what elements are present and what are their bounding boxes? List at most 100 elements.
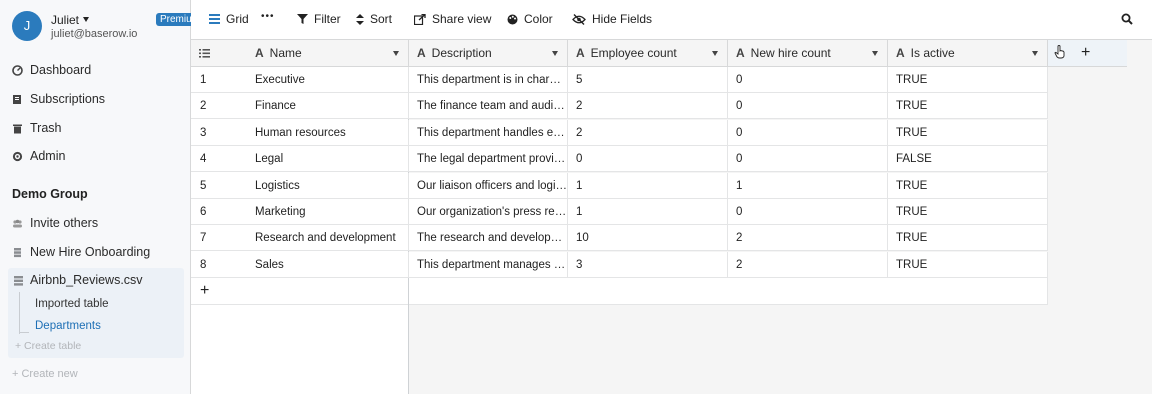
name-cell[interactable]: Legal: [247, 146, 409, 173]
color-button[interactable]: Color: [507, 12, 553, 26]
user-menu[interactable]: J Juliet juliet@baserow.io Premium: [12, 11, 205, 43]
row-id-cell[interactable]: 7: [191, 225, 247, 252]
is-active-cell[interactable]: TRUE: [888, 67, 1048, 93]
sidebar: J Juliet juliet@baserow.io Premium Dashb…: [0, 0, 205, 394]
dashboard-icon: [12, 64, 23, 76]
new-hire-count-cell[interactable]: 2: [728, 251, 888, 278]
description-cell[interactable]: This department handles ev…: [409, 119, 568, 146]
text-field-icon: A: [576, 46, 585, 60]
description-cell[interactable]: The research and developm…: [409, 225, 568, 252]
sidebar-item-admin[interactable]: Admin: [12, 146, 65, 166]
chevron-down-icon: [83, 17, 90, 22]
search-icon: [1121, 13, 1133, 25]
row-id-cell[interactable]: 4: [191, 146, 247, 173]
create-new-button[interactable]: + Create new: [12, 368, 78, 380]
name-cell[interactable]: Research and development: [247, 225, 409, 252]
database-item-airbnb-reviews[interactable]: Airbnb_Reviews.csv: [14, 273, 143, 287]
employee-count-cell[interactable]: 2: [568, 119, 728, 146]
sidebar-item-new-hire-onboarding[interactable]: New Hire Onboarding: [12, 242, 150, 262]
sidebar-item-dashboard[interactable]: Dashboard: [12, 60, 91, 80]
employee-count-cell[interactable]: 10: [568, 225, 728, 252]
row-id-cell[interactable]: 6: [191, 199, 247, 225]
sidebar-item-trash[interactable]: Trash: [12, 118, 62, 138]
name-cell[interactable]: Finance: [247, 93, 409, 120]
search-button[interactable]: [1121, 13, 1139, 25]
row-id-cell[interactable]: 8: [191, 251, 247, 278]
new-hire-count-cell[interactable]: 0: [728, 119, 888, 146]
more-options-button[interactable]: •••: [261, 11, 275, 22]
chevron-down-icon[interactable]: [1032, 51, 1038, 56]
row-id-cell[interactable]: 2: [191, 93, 247, 120]
name-cell[interactable]: Executive: [247, 67, 409, 93]
sort-button[interactable]: Sort: [356, 12, 392, 26]
list-icon: [199, 48, 210, 58]
employee-count-cell[interactable]: 1: [568, 199, 728, 225]
description-cell[interactable]: The legal department provi…: [409, 146, 568, 173]
employee-count-cell[interactable]: 2: [568, 93, 728, 120]
name-cell[interactable]: Human resources: [247, 119, 409, 146]
row-id-cell[interactable]: 1: [191, 67, 247, 93]
is-active-cell[interactable]: TRUE: [888, 119, 1048, 146]
is-active-cell[interactable]: TRUE: [888, 251, 1048, 278]
table-item-imported-table[interactable]: Imported table: [35, 298, 109, 310]
chevron-down-icon[interactable]: [872, 51, 878, 56]
description-cell[interactable]: The finance team and audit…: [409, 93, 568, 120]
is-active-cell[interactable]: TRUE: [888, 199, 1048, 225]
employee-count-cell[interactable]: 3: [568, 251, 728, 278]
add-row-button[interactable]: +: [191, 278, 408, 305]
subscriptions-icon: [12, 94, 23, 105]
sidebar-item-subscriptions[interactable]: Subscriptions: [12, 89, 105, 109]
add-column-button[interactable]: +: [1048, 40, 1127, 67]
user-name[interactable]: Juliet: [51, 13, 90, 27]
hide-fields-button[interactable]: Hide Fields: [572, 12, 652, 26]
text-field-icon: A: [417, 46, 426, 60]
new-hire-count-cell[interactable]: 0: [728, 199, 888, 225]
column-header-employee-count[interactable]: A Employee count: [568, 40, 728, 67]
is-active-cell[interactable]: TRUE: [888, 93, 1048, 120]
database-icon: [12, 247, 23, 258]
name-cell[interactable]: Sales: [247, 251, 409, 278]
employee-count-cell[interactable]: 1: [568, 172, 728, 199]
palette-icon: [507, 14, 518, 24]
avatar[interactable]: J: [12, 11, 42, 41]
group-title[interactable]: Demo Group: [12, 187, 88, 201]
chevron-down-icon[interactable]: [393, 51, 399, 56]
row-count-header[interactable]: [191, 40, 255, 67]
is-active-cell[interactable]: FALSE: [888, 146, 1048, 173]
is-active-cell[interactable]: TRUE: [888, 172, 1048, 199]
user-email: juliet@baserow.io: [51, 28, 138, 40]
description-cell[interactable]: Our liaison officers and logi…: [409, 172, 568, 199]
sort-icon: [356, 13, 364, 25]
share-icon: [414, 13, 426, 25]
column-header-is-active[interactable]: A Is active: [888, 40, 1048, 67]
new-hire-count-cell[interactable]: 0: [728, 93, 888, 120]
share-view-button[interactable]: Share view: [414, 12, 491, 26]
table-item-departments[interactable]: Departments: [35, 320, 101, 332]
new-hire-count-cell[interactable]: 0: [728, 146, 888, 173]
new-hire-count-cell[interactable]: 0: [728, 67, 888, 93]
text-field-icon: A: [736, 46, 745, 60]
name-cell[interactable]: Logistics: [247, 172, 409, 199]
create-table-button[interactable]: + Create table: [15, 340, 81, 352]
employee-count-cell[interactable]: 0: [568, 146, 728, 173]
chevron-down-icon[interactable]: [712, 51, 718, 56]
column-header-description[interactable]: A Description: [409, 40, 568, 67]
sidebar-item-invite-others[interactable]: Invite others: [12, 213, 98, 233]
column-header-new-hire-count[interactable]: A New hire count: [728, 40, 888, 67]
chevron-down-icon[interactable]: [552, 51, 558, 56]
new-hire-count-cell[interactable]: 1: [728, 172, 888, 199]
description-cell[interactable]: This department manages s…: [409, 251, 568, 278]
tree-hook: [19, 332, 29, 333]
view-selector-button[interactable]: Grid: [209, 12, 249, 26]
description-cell[interactable]: This department is in charg…: [409, 67, 568, 93]
employee-count-cell[interactable]: 5: [568, 67, 728, 93]
row-id-cell[interactable]: 5: [191, 172, 247, 199]
name-cell[interactable]: Marketing: [247, 199, 409, 225]
filter-button[interactable]: Filter: [297, 12, 341, 26]
description-cell[interactable]: Our organization's press rel…: [409, 199, 568, 225]
row-id-cell[interactable]: 3: [191, 119, 247, 146]
is-active-cell[interactable]: TRUE: [888, 225, 1048, 252]
hand-cursor-icon: [1054, 45, 1065, 59]
new-hire-count-cell[interactable]: 2: [728, 225, 888, 252]
column-header-name[interactable]: A Name: [247, 40, 409, 67]
